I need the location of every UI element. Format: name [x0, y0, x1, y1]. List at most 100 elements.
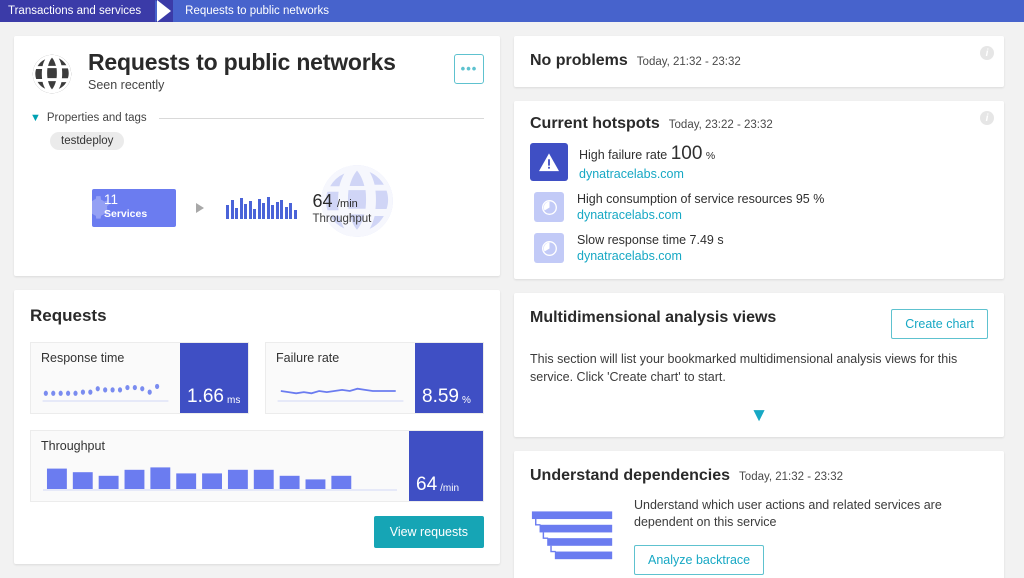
create-chart-button[interactable]: Create chart: [891, 309, 988, 339]
problems-title: No problems: [530, 52, 628, 69]
hotspot-value: 100: [670, 143, 703, 164]
dependencies-body: Understand which user actions and relate…: [530, 497, 988, 575]
warning-triangle-icon: [530, 143, 568, 181]
properties-and-tags-row[interactable]: ▼ Properties and tags: [30, 112, 484, 124]
chevron-down-icon[interactable]: ▼: [530, 405, 988, 427]
hotspot-link[interactable]: dynatracelabs.com: [577, 208, 824, 222]
hotspot-text: High consumption of service resources 95…: [577, 192, 824, 222]
metric-value: 64: [416, 474, 438, 495]
service-flow: 11 Services 64 /min Throughput: [92, 165, 484, 248]
breadcrumb-parent-label: Transactions and services: [8, 5, 142, 17]
metric-tile-response-time[interactable]: Response time 1.66 ms: [30, 342, 249, 414]
view-requests-button[interactable]: View requests: [373, 516, 484, 548]
metric-unit: /min: [440, 483, 460, 494]
page-title: Requests to public networks: [88, 49, 396, 75]
mda-header: Multidimensional analysis views Create c…: [530, 309, 988, 339]
hotspots-card: i Current hotspots Today, 23:22 - 23:32 …: [514, 101, 1004, 279]
breadcrumb-parent[interactable]: Transactions and services: [0, 0, 156, 22]
hotspot-unit: %: [705, 150, 716, 162]
metric-value: 1.66: [187, 386, 224, 407]
mda-title: Multidimensional analysis views: [530, 309, 777, 326]
breadcrumb-chevron-icon: [155, 0, 174, 22]
divider: [158, 117, 484, 119]
dependency-tree-icon: [531, 510, 613, 559]
failure-rate-chart: [276, 375, 405, 405]
breadcrumb-current-label: Requests to public networks: [185, 5, 329, 17]
pie-clock-glyph: [541, 240, 557, 256]
pie-clock-glyph: [541, 199, 557, 215]
throughput-value: 64: [312, 191, 333, 211]
mda-card: Multidimensional analysis views Create c…: [514, 293, 1004, 437]
metric-value-box: 64 /min: [409, 431, 483, 501]
chevron-down-icon: ▼: [30, 111, 41, 124]
metric-value: 8.59: [422, 386, 459, 407]
hotspot-item[interactable]: Slow response time 7.49 s dynatracelabs.…: [534, 233, 988, 263]
hotspot-link[interactable]: dynatracelabs.com: [577, 249, 724, 263]
dependencies-description: Understand which user actions and relate…: [634, 497, 942, 530]
mda-description: This section will list your bookmarked m…: [530, 352, 958, 384]
hotspot-label: Slow response time 7.49 s: [577, 233, 724, 247]
info-icon[interactable]: i: [980, 46, 994, 60]
metric-name: Response time: [41, 351, 125, 365]
right-column: i No problems Today, 21:32 - 23:32 i Cur…: [514, 36, 1004, 578]
hotspot-link[interactable]: dynatracelabs.com: [579, 167, 715, 181]
hotspot-label: High failure rate: [579, 148, 668, 162]
info-icon[interactable]: i: [980, 111, 994, 125]
hotspots-timerange: Today, 23:22 - 23:32: [668, 119, 773, 131]
throughput-label: Throughput: [312, 213, 372, 225]
left-column: Requests to public networks Seen recentl…: [14, 36, 500, 564]
flow-arrow-icon: [196, 203, 204, 213]
problems-card: i No problems Today, 21:32 - 23:32: [514, 36, 1004, 87]
services-count-value: 11: [104, 192, 119, 207]
analyze-backtrace-button[interactable]: Analyze backtrace: [634, 545, 765, 575]
problems-timerange: Today, 21:32 - 23:32: [636, 56, 741, 68]
throughput-unit: /min: [336, 198, 358, 210]
dependencies-right: Understand which user actions and relate…: [634, 497, 988, 575]
response-time-chart: [41, 375, 170, 405]
hotspot-text: High failure rate 100 % dynatracelabs.co…: [579, 143, 715, 181]
pie-clock-icon: [534, 233, 564, 263]
globe-icon: [32, 54, 72, 94]
hotspot-item[interactable]: High consumption of service resources 95…: [534, 192, 988, 222]
requests-tiles-row: Response time 1.66 ms Failure rate 8.59 …: [30, 342, 484, 414]
more-options-icon: •••: [460, 61, 478, 76]
dependencies-timerange: Today, 21:32 - 23:32: [739, 470, 844, 483]
breadcrumb: Transactions and services Requests to pu…: [0, 0, 1024, 22]
throughput-bar-chart: [41, 463, 399, 493]
service-subtitle: Seen recently: [88, 77, 165, 92]
dependencies-button-row: Analyze backtrace: [634, 545, 988, 575]
dependencies-title: Understand dependencies: [530, 466, 731, 484]
hotspot-item[interactable]: High failure rate 100 % dynatracelabs.co…: [530, 143, 988, 181]
services-count-tile[interactable]: 11 Services: [92, 189, 176, 227]
services-count-label: Services: [104, 207, 148, 220]
page-body: Requests to public networks Seen recentl…: [0, 22, 1024, 578]
metric-tile-throughput[interactable]: Throughput 64 /min: [30, 430, 484, 502]
hotspot-label-row: High failure rate 100 %: [579, 143, 715, 165]
metric-left: Failure rate: [266, 343, 415, 413]
throughput-sparkline: [226, 197, 297, 219]
dependencies-card: Understand dependencies Today, 21:32 - 2…: [514, 450, 1004, 578]
tag-chip[interactable]: testdeploy: [50, 132, 125, 150]
properties-and-tags-label: Properties and tags: [46, 112, 147, 124]
view-requests-row: View requests: [30, 502, 484, 548]
metric-value-box: 8.59 %: [415, 343, 483, 413]
metric-name: Failure rate: [276, 351, 340, 365]
more-options-button[interactable]: •••: [454, 54, 484, 84]
pie-clock-icon: [534, 192, 564, 222]
metric-name: Throughput: [41, 439, 105, 453]
breadcrumb-current[interactable]: Requests to public networks: [173, 0, 339, 22]
requests-throughput-row: Throughput 64 /min: [30, 430, 484, 502]
requests-card: Requests Response time 1.66 ms Failure r…: [14, 290, 500, 564]
service-header-card: Requests to public networks Seen recentl…: [14, 36, 500, 276]
warning-triangle-glyph: [539, 153, 559, 172]
metric-left: Throughput: [31, 431, 409, 501]
metric-value-box: 1.66 ms: [180, 343, 248, 413]
requests-title: Requests: [30, 306, 107, 325]
metric-left: Response time: [31, 343, 180, 413]
metric-unit: %: [461, 395, 471, 406]
problems-header: No problems Today, 21:32 - 23:32: [530, 52, 988, 70]
metric-tile-failure-rate[interactable]: Failure rate 8.59 %: [265, 342, 484, 414]
hotspot-text: Slow response time 7.49 s dynatracelabs.…: [577, 233, 724, 263]
hotspot-label: High consumption of service resources 95…: [577, 192, 825, 206]
service-header-top: Requests to public networks Seen recentl…: [30, 50, 484, 96]
